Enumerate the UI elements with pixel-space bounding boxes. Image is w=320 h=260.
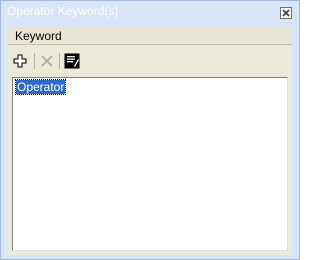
toolbar-separator	[59, 53, 60, 69]
add-button[interactable]	[10, 51, 30, 71]
keyword-panel: Keyword Operator	[8, 27, 292, 255]
column-header[interactable]: Keyword	[8, 27, 292, 45]
close-x-icon	[41, 55, 53, 67]
close-button[interactable]	[280, 7, 292, 19]
plus-icon	[13, 54, 27, 68]
keyword-list[interactable]: Operator	[12, 77, 288, 251]
toolbar-separator	[34, 53, 35, 69]
edit-button[interactable]	[62, 51, 82, 71]
toolbar	[8, 51, 292, 73]
window-title: Operator Keyword(s)	[7, 4, 119, 18]
list-item-operator[interactable]: Operator	[14, 79, 67, 95]
delete-button[interactable]	[37, 51, 57, 71]
column-header-label: Keyword	[15, 29, 62, 43]
dialog-window: Operator Keyword(s) Keyword Operator	[0, 0, 300, 260]
edit-icon	[64, 53, 80, 69]
close-icon	[282, 9, 290, 17]
title-bar[interactable]: Operator Keyword(s)	[1, 1, 299, 21]
